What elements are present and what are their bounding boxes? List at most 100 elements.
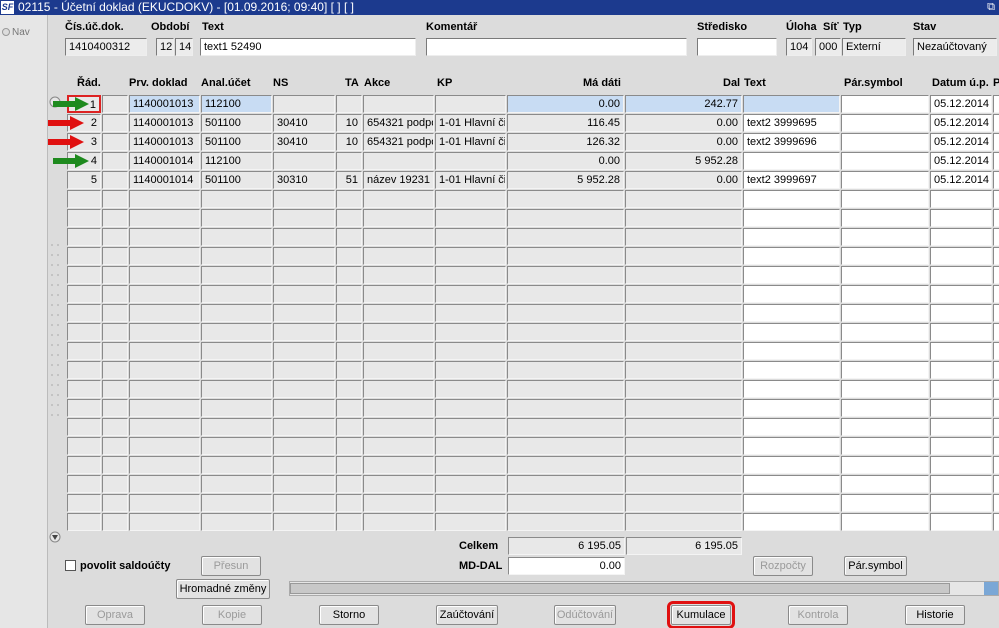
grid-empty-cell[interactable] bbox=[841, 418, 929, 436]
grid-empty-cell[interactable] bbox=[129, 399, 200, 417]
grid-empty-cell[interactable] bbox=[201, 513, 272, 531]
grid-empty-cell[interactable] bbox=[435, 380, 506, 398]
grid-empty-cell[interactable] bbox=[129, 342, 200, 360]
grid-empty-cell[interactable] bbox=[273, 304, 335, 322]
grid-empty-cell[interactable] bbox=[841, 190, 929, 208]
grid-empty-cell[interactable] bbox=[129, 513, 200, 531]
grid-empty-cell[interactable] bbox=[336, 456, 362, 474]
grid-horizontal-scrollbar[interactable] bbox=[289, 581, 999, 596]
grid-cell-text[interactable] bbox=[743, 152, 840, 170]
grid-empty-cell[interactable] bbox=[129, 494, 200, 512]
grid-empty-cell[interactable] bbox=[363, 228, 434, 246]
grid-empty-cell[interactable] bbox=[507, 285, 624, 303]
nav-toggle[interactable]: Nav bbox=[2, 27, 30, 38]
grid-empty-cell[interactable] bbox=[273, 418, 335, 436]
grid-empty-cell[interactable] bbox=[363, 323, 434, 341]
storno-button[interactable]: Storno bbox=[319, 605, 379, 625]
grid-empty-cell[interactable] bbox=[993, 209, 999, 227]
grid-empty-cell[interactable] bbox=[841, 475, 929, 493]
grid-empty-cell[interactable] bbox=[363, 190, 434, 208]
grid-empty-cell[interactable] bbox=[435, 304, 506, 322]
grid-empty-cell[interactable] bbox=[435, 456, 506, 474]
grid-empty-cell[interactable] bbox=[930, 190, 992, 208]
grid-cell-par[interactable] bbox=[841, 133, 929, 151]
grid-empty-cell[interactable] bbox=[743, 494, 840, 512]
grid-empty-cell[interactable] bbox=[930, 285, 992, 303]
grid-cell-anal[interactable]: 501100 bbox=[201, 171, 272, 189]
grid-empty-cell[interactable] bbox=[993, 285, 999, 303]
grid-empty-cell[interactable] bbox=[435, 266, 506, 284]
grid-empty-cell[interactable] bbox=[102, 380, 128, 398]
grid-empty-cell[interactable] bbox=[102, 304, 128, 322]
grid-empty-cell[interactable] bbox=[435, 190, 506, 208]
grid-empty-cell[interactable] bbox=[993, 323, 999, 341]
grid-empty-cell[interactable] bbox=[336, 285, 362, 303]
grid-cell-prv[interactable]: 1140001014 bbox=[129, 171, 200, 189]
kontrola-button[interactable]: Kontrola bbox=[788, 605, 848, 625]
grid-cell-dal[interactable]: 0.00 bbox=[625, 114, 742, 132]
historie-button[interactable]: Historie bbox=[905, 605, 965, 625]
grid-empty-cell[interactable] bbox=[102, 209, 128, 227]
grid-empty-cell[interactable] bbox=[625, 513, 742, 531]
grid-empty-cell[interactable] bbox=[625, 399, 742, 417]
grid-empty-cell[interactable] bbox=[67, 323, 101, 341]
grid-empty-cell[interactable] bbox=[625, 304, 742, 322]
grid-empty-cell[interactable] bbox=[273, 437, 335, 455]
grid-empty-cell[interactable] bbox=[993, 437, 999, 455]
grid-empty-cell[interactable] bbox=[841, 209, 929, 227]
grid-cell-text[interactable] bbox=[743, 95, 840, 113]
grid-empty-cell[interactable] bbox=[102, 342, 128, 360]
grid-empty-cell[interactable] bbox=[129, 323, 200, 341]
grid-empty-cell[interactable] bbox=[435, 228, 506, 246]
grid-empty-cell[interactable] bbox=[201, 209, 272, 227]
grid-empty-cell[interactable] bbox=[363, 475, 434, 493]
grid-cell-dal[interactable]: 242.77 bbox=[625, 95, 742, 113]
grid-empty-cell[interactable] bbox=[930, 380, 992, 398]
grid-empty-cell[interactable] bbox=[273, 494, 335, 512]
grid-cell-kp[interactable]: 1-01 Hlavní či bbox=[435, 133, 506, 151]
grid-empty-cell[interactable] bbox=[67, 475, 101, 493]
grid-empty-cell[interactable] bbox=[435, 418, 506, 436]
grid-cell-md[interactable]: 0.00 bbox=[507, 152, 624, 170]
grid-cell-datum[interactable]: 05.12.2014 bbox=[930, 171, 992, 189]
grid-empty-cell[interactable] bbox=[336, 361, 362, 379]
grid-empty-cell[interactable] bbox=[993, 456, 999, 474]
grid-empty-cell[interactable] bbox=[930, 437, 992, 455]
grid-empty-cell[interactable] bbox=[435, 209, 506, 227]
grid-empty-cell[interactable] bbox=[273, 361, 335, 379]
grid-cell-ns[interactable]: 30310 bbox=[273, 171, 335, 189]
grid-empty-cell[interactable] bbox=[930, 304, 992, 322]
grid-empty-cell[interactable] bbox=[273, 209, 335, 227]
grid-empty-cell[interactable] bbox=[993, 228, 999, 246]
par-symbol-button[interactable]: Pár.symbol bbox=[844, 556, 907, 576]
grid-cell-dal[interactable]: 0.00 bbox=[625, 133, 742, 151]
grid-empty-cell[interactable] bbox=[930, 361, 992, 379]
grid-empty-cell[interactable] bbox=[625, 361, 742, 379]
grid-empty-cell[interactable] bbox=[507, 304, 624, 322]
grid-empty-cell[interactable] bbox=[625, 418, 742, 436]
grid-empty-cell[interactable] bbox=[993, 247, 999, 265]
grid-empty-cell[interactable] bbox=[625, 209, 742, 227]
grid-empty-cell[interactable] bbox=[102, 247, 128, 265]
grid-empty-cell[interactable] bbox=[841, 342, 929, 360]
grid-empty-cell[interactable] bbox=[993, 304, 999, 322]
grid-empty-cell[interactable] bbox=[993, 266, 999, 284]
grid-empty-cell[interactable] bbox=[841, 513, 929, 531]
grid-empty-cell[interactable] bbox=[743, 304, 840, 322]
grid-empty-cell[interactable] bbox=[67, 190, 101, 208]
grid-empty-cell[interactable] bbox=[930, 323, 992, 341]
grid-empty-cell[interactable] bbox=[363, 304, 434, 322]
grid-empty-cell[interactable] bbox=[201, 285, 272, 303]
grid-empty-cell[interactable] bbox=[993, 494, 999, 512]
grid-empty-cell[interactable] bbox=[201, 228, 272, 246]
grid-empty-cell[interactable] bbox=[102, 266, 128, 284]
grid-empty-cell[interactable] bbox=[67, 456, 101, 474]
grid-empty-cell[interactable] bbox=[435, 247, 506, 265]
kumulace-button[interactable]: Kumulace bbox=[667, 601, 735, 628]
grid-empty-cell[interactable] bbox=[507, 399, 624, 417]
grid-cell-p[interactable] bbox=[993, 133, 999, 151]
grid-empty-cell[interactable] bbox=[743, 209, 840, 227]
grid-cell-par[interactable] bbox=[841, 152, 929, 170]
grid-empty-cell[interactable] bbox=[67, 228, 101, 246]
grid-cell-anal[interactable]: 501100 bbox=[201, 133, 272, 151]
